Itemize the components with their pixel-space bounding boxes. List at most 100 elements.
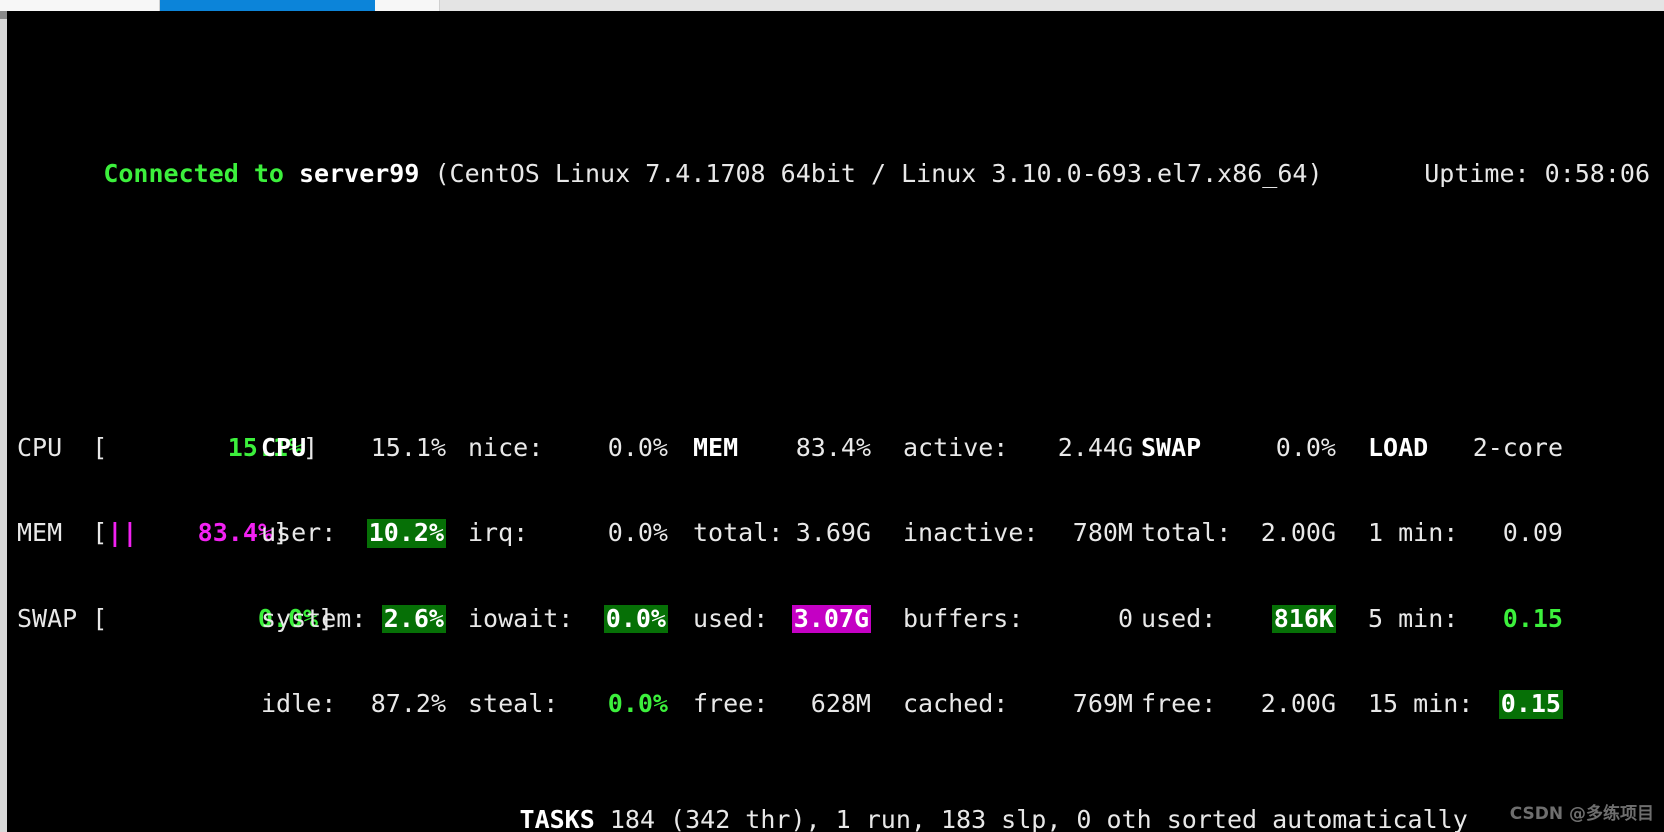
mem-total-label: total: bbox=[693, 518, 784, 547]
mem-percent-value: 83.4% bbox=[795, 432, 871, 462]
swap-free-label: free: bbox=[1141, 689, 1217, 718]
tabstrip-filler bbox=[440, 0, 1664, 11]
mem-panel: MEM 83.4% total: 3.69G used: 3.07G free: 628… bbox=[693, 377, 871, 776]
quicklook-mem-label: MEM bbox=[17, 518, 78, 547]
terminal-content: Connected to server99 (CentOS Linux 7.4.… bbox=[7, 11, 1664, 832]
cpu-idle-label: idle: bbox=[261, 689, 337, 718]
quicklook-row-mem: MEM [|| 83.4%] bbox=[17, 518, 288, 547]
tasks-summary: 184 (342 thr), 1 run, 183 slp, 0 oth sor… bbox=[609, 804, 1468, 832]
mem-active-value: 2.44G bbox=[1057, 432, 1133, 462]
mem-cached-label: cached: bbox=[903, 689, 1009, 718]
cpu-title-row: CPU 15.1% bbox=[261, 432, 446, 463]
cpu-irq-value: 0.0% bbox=[607, 518, 668, 547]
swap-panel: SWAP 0.0% total: 2.00G used: 816K free: 2.00… bbox=[1141, 377, 1336, 776]
swap-title-row: SWAP 0.0% bbox=[1141, 432, 1336, 463]
mem-buffers-value: 0 bbox=[1117, 603, 1133, 633]
swap-used-label: used: bbox=[1141, 603, 1217, 633]
host-app-tabstrip bbox=[0, 0, 1664, 11]
cpu-user-row: user: 10.2% bbox=[261, 518, 446, 548]
mem-inactive-value: 780M bbox=[1072, 518, 1133, 547]
mem-used-label: used: bbox=[693, 603, 769, 633]
body-area: NETWORKRx/sTx/s ens333Kb63Kb lo54Kb54Kb … bbox=[13, 720, 1664, 832]
load-1min-value: 0.09 bbox=[1502, 518, 1563, 547]
mem-buffers-label: buffers: bbox=[903, 603, 1024, 633]
sidebar: NETWORKRx/sTx/s ens333Kb63Kb lo54Kb54Kb … bbox=[17, 720, 347, 832]
load-15min-row: 15 min: 0.15 bbox=[1368, 689, 1563, 719]
cpu-idle-row: idle: 87.2% bbox=[261, 689, 446, 719]
tasks-summary-row: TASKS 184 (342 thr), 1 run, 183 slp, 0 o… bbox=[369, 777, 1664, 832]
quicklook-row-cpu: CPU [ 15.1%] bbox=[17, 432, 318, 463]
swap-percent-value: 0.0% bbox=[1275, 432, 1336, 462]
cpu-panel: CPU 15.1% user: 10.2% system: 2.6% idle: 87.… bbox=[261, 377, 446, 776]
cpu-nice-label: nice: bbox=[468, 432, 544, 462]
mem-total-row: total: 3.69G bbox=[693, 518, 871, 548]
swap-used-row: used: 816K bbox=[1141, 603, 1336, 633]
chrome-tab-2-active[interactable] bbox=[160, 0, 375, 11]
quicklook-cpu-label: CPU bbox=[17, 432, 78, 462]
mem-active-row: active: 2.44G bbox=[903, 432, 1133, 463]
mem-active-label: active: bbox=[903, 432, 1009, 462]
load-1min-row: 1 min: 0.09 bbox=[1368, 518, 1563, 548]
cpu-steal-label: steal: bbox=[468, 689, 559, 718]
load-15min-value: 0.15 bbox=[1498, 689, 1563, 719]
mem-used-value: 3.07G bbox=[791, 603, 871, 633]
mem-cached-value: 769M bbox=[1072, 689, 1133, 718]
load-5min-value: 0.15 bbox=[1502, 603, 1563, 633]
swap-used-value: 816K bbox=[1271, 603, 1336, 633]
mem-inactive-row: inactive: 780M bbox=[903, 518, 1133, 548]
cpu-system-value: 2.6% bbox=[381, 603, 446, 633]
quicklook-cpu-bar: [ bbox=[92, 432, 228, 462]
mem-title: MEM bbox=[693, 432, 739, 462]
swap-total-value: 2.00G bbox=[1260, 518, 1336, 547]
cpu-extra-panel: nice: 0.0% irq: 0.0% iowait: 0.0% steal: 0.0… bbox=[468, 377, 668, 776]
hostname: server99 bbox=[299, 158, 420, 188]
load-15min-label: 15 min: bbox=[1368, 689, 1474, 718]
uptime-label: Uptime: bbox=[1424, 158, 1530, 188]
mem-free-row: free: 628M bbox=[693, 689, 871, 719]
cpu-iowait-row: iowait: 0.0% bbox=[468, 603, 668, 633]
mem-inactive-label: inactive: bbox=[903, 518, 1039, 547]
swap-total-row: total: 2.00G bbox=[1141, 518, 1336, 548]
load-5min-row: 5 min: 0.15 bbox=[1368, 603, 1563, 634]
chrome-tab-3[interactable] bbox=[375, 0, 440, 11]
top-stats-grid: CPU [ 15.1%] MEM [|| 83.4%] SWAP [ 0.0%]… bbox=[13, 377, 1664, 719]
cpu-irq-row: irq: 0.0% bbox=[468, 518, 668, 548]
mem-total-value: 3.69G bbox=[795, 518, 871, 547]
cpu-idle-value: 87.2% bbox=[370, 689, 446, 718]
mem-extra-panel: active: 2.44G inactive: 780M buffers: 0 cac… bbox=[903, 377, 1133, 776]
cpu-steal-value: 0.0% bbox=[607, 689, 668, 718]
connected-label: Connected to bbox=[103, 158, 284, 188]
cpu-user-label: user: bbox=[261, 518, 337, 547]
glances-terminal-screen: Connected to server99 (CentOS Linux 7.4.… bbox=[0, 0, 1664, 832]
load-1min-label: 1 min: bbox=[1368, 518, 1459, 547]
window-left-edge bbox=[0, 11, 7, 832]
load-5min-label: 5 min: bbox=[1368, 603, 1459, 633]
mem-title-row: MEM 83.4% bbox=[693, 432, 871, 463]
chrome-tab-1[interactable] bbox=[0, 0, 160, 11]
cpu-system-label: system: bbox=[261, 603, 367, 633]
cpu-user-value: 10.2% bbox=[366, 518, 446, 548]
cpu-steal-row: steal: 0.0% bbox=[468, 689, 668, 719]
quicklook-swap-bar: [ bbox=[92, 603, 228, 633]
cpu-iowait-label: iowait: bbox=[468, 603, 574, 633]
load-title-row: LOAD 2-core bbox=[1368, 432, 1563, 463]
window-left-edge-shadow bbox=[0, 11, 7, 19]
process-area: TASKS 184 (342 thr), 1 run, 183 slp, 0 o… bbox=[369, 720, 1664, 832]
swap-total-label: total: bbox=[1141, 518, 1232, 547]
load-panel: LOAD 2-core 1 min: 0.09 5 min: 0.15 15 min:… bbox=[1368, 377, 1563, 776]
quicklook-panel: CPU [ 15.1%] MEM [|| 83.4%] SWAP [ 0.0%] bbox=[17, 377, 333, 691]
load-title: LOAD bbox=[1368, 432, 1429, 462]
system-header-row: Connected to server99 (CentOS Linux 7.4.… bbox=[13, 131, 1664, 188]
swap-free-value: 2.00G bbox=[1260, 689, 1336, 718]
mem-cached-row: cached: 769M bbox=[903, 689, 1133, 719]
cpu-nice-value: 0.0% bbox=[607, 432, 668, 462]
load-cores-value: 2-core bbox=[1472, 432, 1563, 462]
watermark: CSDN @多练项目 bbox=[1509, 803, 1654, 824]
cpu-total-value: 15.1% bbox=[370, 432, 446, 462]
os-info: (CentOS Linux 7.4.1708 64bit / Linux 3.1… bbox=[434, 158, 1323, 188]
swap-title: SWAP bbox=[1141, 432, 1202, 462]
cpu-iowait-value: 0.0% bbox=[603, 603, 668, 633]
cpu-system-row: system: 2.6% bbox=[261, 603, 446, 633]
cpu-irq-label: irq: bbox=[468, 518, 529, 547]
swap-free-row: free: 2.00G bbox=[1141, 689, 1336, 719]
